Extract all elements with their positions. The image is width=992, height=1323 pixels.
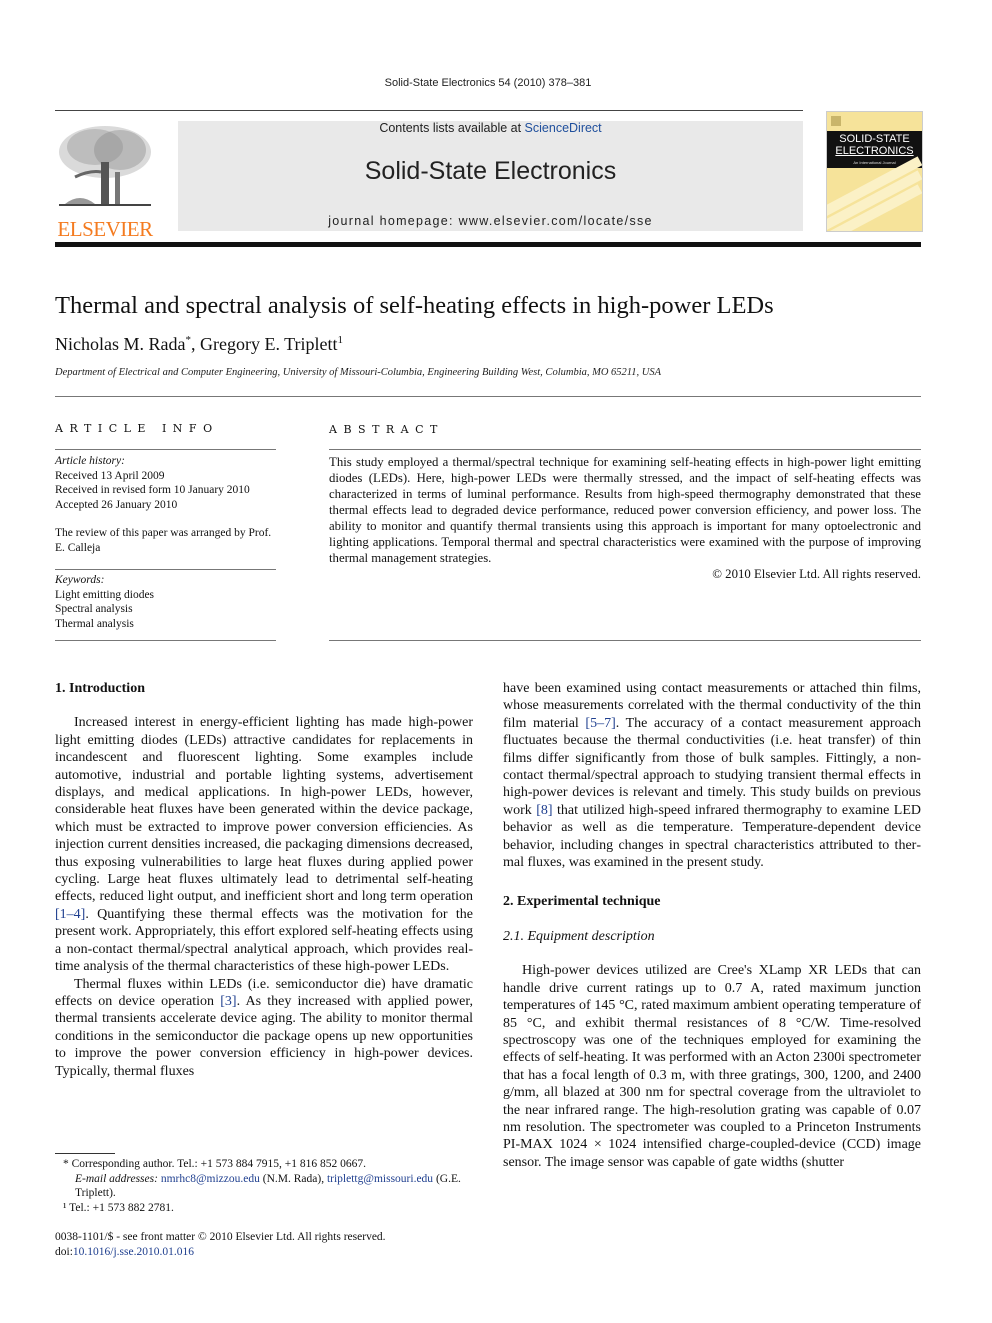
subsection-heading: 2.1. Equipment description <box>503 928 655 944</box>
left-column: 1. Introduction Increased interest in en… <box>55 680 473 1080</box>
author-name[interactable]: Gregory E. Triplett <box>200 334 338 354</box>
keyword: Thermal analysis <box>55 617 134 630</box>
paragraph-continued: have been examined using contact measure… <box>503 680 921 871</box>
keywords: Keywords: Light emitting diodes Spectral… <box>55 573 280 631</box>
paragraph: High-power devices utilized are Cree's X… <box>503 963 921 1170</box>
history-item: Received 13 April 2009 <box>55 469 165 482</box>
abstract-heading: ABSTRACT <box>329 423 444 436</box>
journal-cover[interactable]: SOLID-STATE ELECTRONICS An International… <box>826 111 923 232</box>
journal-title: Solid-State Electronics <box>364 157 617 185</box>
article-info-heading: ARTICLE INFO <box>55 422 219 435</box>
right-column: have been examined using contact measure… <box>503 680 921 1171</box>
email-label: E-mail addresses: <box>75 1172 158 1185</box>
text: Increased interest in energy-efficient l… <box>55 715 473 905</box>
doi-line: doi:10.1016/j.sse.2010.01.016 <box>55 1245 386 1260</box>
footnote-rule <box>55 1153 115 1154</box>
history-label: Article history: <box>55 455 125 467</box>
divider <box>55 569 276 570</box>
email-link[interactable]: nmrhc8@mizzou.edu <box>161 1173 260 1185</box>
doi-prefix: doi: <box>55 1245 73 1258</box>
section-heading: 2. Experimental technique <box>503 894 661 910</box>
citation-link[interactable]: [5–7] <box>585 716 615 731</box>
paragraph: Thermal fluxes within LEDs (i.e. semicon… <box>55 976 473 1080</box>
author-separator: , <box>190 334 200 354</box>
author-list: Nicholas M. Rada*, Gregory E. Triplett1 <box>55 334 343 355</box>
divider <box>329 640 921 641</box>
article-title: Thermal and spectral analysis of self-he… <box>55 292 774 319</box>
cover-title-line2: ELECTRONICS <box>835 145 914 157</box>
divider <box>55 640 276 641</box>
keywords-label: Keywords: <box>55 574 105 586</box>
running-head: Solid-State Electronics 54 (2010) 378–38… <box>384 77 592 89</box>
section-heading: 1. Introduction <box>55 681 145 696</box>
author-name[interactable]: Nicholas M. Rada <box>55 334 185 354</box>
divider <box>329 449 921 450</box>
elsevier-tree-icon <box>59 126 151 206</box>
divider <box>55 449 276 450</box>
citation-link[interactable]: [8] <box>536 803 552 818</box>
article-history: Article history: Received 13 April 2009 … <box>55 454 280 555</box>
elsevier-wordmark: ELSEVIER <box>57 217 153 241</box>
keyword: Spectral analysis <box>55 603 133 615</box>
history-item: Received in revised form 10 January 2010 <box>55 484 250 496</box>
author-mark[interactable]: 1 <box>337 334 343 346</box>
doi-link[interactable]: 10.1016/j.sse.2010.01.016 <box>73 1246 194 1258</box>
journal-banner: Contents lists available at ScienceDirec… <box>178 121 803 231</box>
author-footnote: ¹ Tel.: +1 573 882 2781. <box>63 1201 174 1214</box>
corresponding-author-note: * Corresponding author. Tel.: +1 573 884… <box>63 1158 366 1170</box>
abstract-copyright: © 2010 Elsevier Ltd. All rights reserved… <box>712 567 921 581</box>
text: . Quantifying these thermal effects was … <box>55 906 473 975</box>
history-item: Accepted 26 January 2010 <box>55 498 178 511</box>
sciencedirect-link[interactable]: ScienceDirect <box>525 121 602 135</box>
contents-prefix: Contents lists available at <box>379 121 525 135</box>
citation-link[interactable]: [3] <box>220 994 236 1009</box>
contents-available: Contents lists available at ScienceDirec… <box>178 121 803 135</box>
cover-title-line1: SOLID-STATE <box>839 133 910 145</box>
email-addresses: E-mail addresses: nmrhc8@mizzou.edu (N.M… <box>55 1172 475 1201</box>
citation-link[interactable]: [1–4] <box>55 907 85 922</box>
cover-publisher-icon <box>831 116 841 126</box>
email-owner: (N.M. Rada), <box>259 1172 327 1185</box>
keyword: Light emitting diodes <box>55 588 155 601</box>
affiliation: Department of Electrical and Computer En… <box>55 367 662 378</box>
issn-line: 0038-1101/$ - see front matter © 2010 El… <box>55 1231 386 1243</box>
email-link[interactable]: triplettg@missouri.edu <box>327 1173 433 1185</box>
header-rule <box>55 110 803 111</box>
elsevier-logo[interactable]: ELSEVIER <box>55 122 155 241</box>
journal-homepage[interactable]: journal homepage: www.elsevier.com/locat… <box>178 214 803 228</box>
divider <box>55 396 921 397</box>
text: that uti­lized high-speed infrared therm… <box>503 802 921 871</box>
abstract-text: This study employed a thermal/spectral t… <box>329 455 921 565</box>
front-matter: 0038-1101/$ - see front matter © 2010 El… <box>55 1230 386 1259</box>
header-thick-rule <box>55 242 921 247</box>
footnotes: * Corresponding author. Tel.: +1 573 884… <box>55 1157 475 1215</box>
abstract-body: This study employed a thermal/spectral t… <box>329 454 921 582</box>
review-note: The review of this paper was arranged by… <box>55 527 272 554</box>
paragraph: Increased interest in energy-efficient l… <box>55 714 473 975</box>
